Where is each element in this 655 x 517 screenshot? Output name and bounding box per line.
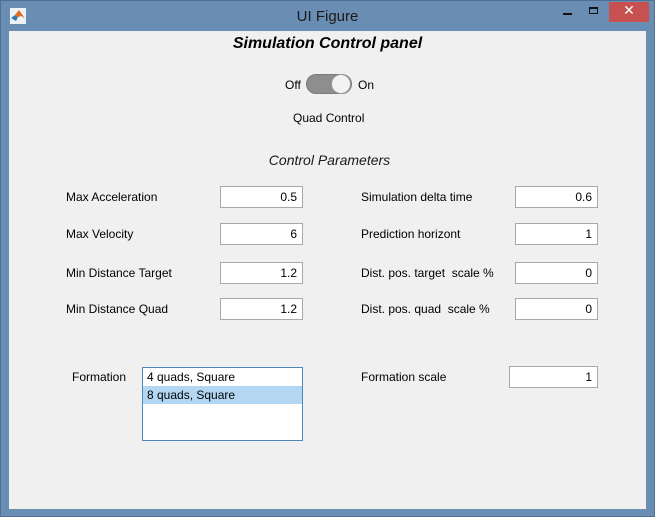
max-acceleration-label: Max Acceleration (66, 190, 158, 204)
section-title: Control Parameters (268, 152, 391, 168)
max-velocity-label: Max Velocity (66, 227, 134, 241)
simulation-delta-time-label: Simulation delta time (361, 190, 473, 204)
title-bar[interactable]: UI Figure ✕ (1, 1, 654, 31)
dist-pos-target-scale-label: Dist. pos. target scale % (361, 266, 494, 280)
list-item-selected[interactable]: 8 quads, Square (143, 386, 302, 404)
max-acceleration-field[interactable]: 0.5 (220, 186, 303, 208)
quad-control-switch[interactable] (306, 74, 352, 94)
switch-on-label: On (358, 78, 375, 92)
switch-off-label: Off (285, 78, 301, 92)
min-distance-target-field[interactable]: 1.2 (220, 262, 303, 284)
switch-knob[interactable] (331, 74, 351, 94)
close-button[interactable]: ✕ (609, 2, 649, 22)
minimize-icon (563, 13, 572, 15)
dist-pos-quad-scale-label: Dist. pos. quad scale % (361, 302, 490, 316)
dist-pos-quad-scale-field[interactable]: 0 (515, 298, 598, 320)
formation-label: Formation (72, 370, 127, 384)
maximize-icon (589, 7, 598, 14)
list-item[interactable]: 4 quads, Square (143, 368, 302, 386)
prediction-horizont-label: Prediction horizont (361, 227, 461, 241)
maximize-button[interactable] (581, 2, 607, 22)
prediction-horizont-field[interactable]: 1 (515, 223, 598, 245)
formation-scale-label: Formation scale (361, 370, 447, 384)
minimize-button[interactable] (554, 2, 580, 22)
dist-pos-target-scale-field[interactable]: 0 (515, 262, 598, 284)
max-velocity-field[interactable]: 6 (220, 223, 303, 245)
panel-title: Simulation Control panel (232, 35, 423, 52)
figure-canvas: Simulation Control panel Off On Quad Con… (9, 31, 646, 509)
formation-listbox[interactable]: 4 quads, Square 8 quads, Square (142, 367, 303, 441)
simulation-delta-time-field[interactable]: 0.6 (515, 186, 598, 208)
min-distance-target-label: Min Distance Target (66, 266, 172, 280)
min-distance-quad-label: Min Distance Quad (66, 302, 169, 316)
close-icon: ✕ (623, 3, 635, 19)
formation-scale-field[interactable]: 1 (509, 366, 598, 388)
min-distance-quad-field[interactable]: 1.2 (220, 298, 303, 320)
switch-caption: Quad Control (293, 111, 365, 125)
app-window: UI Figure ✕ Simulation Control panel Off… (0, 0, 655, 517)
